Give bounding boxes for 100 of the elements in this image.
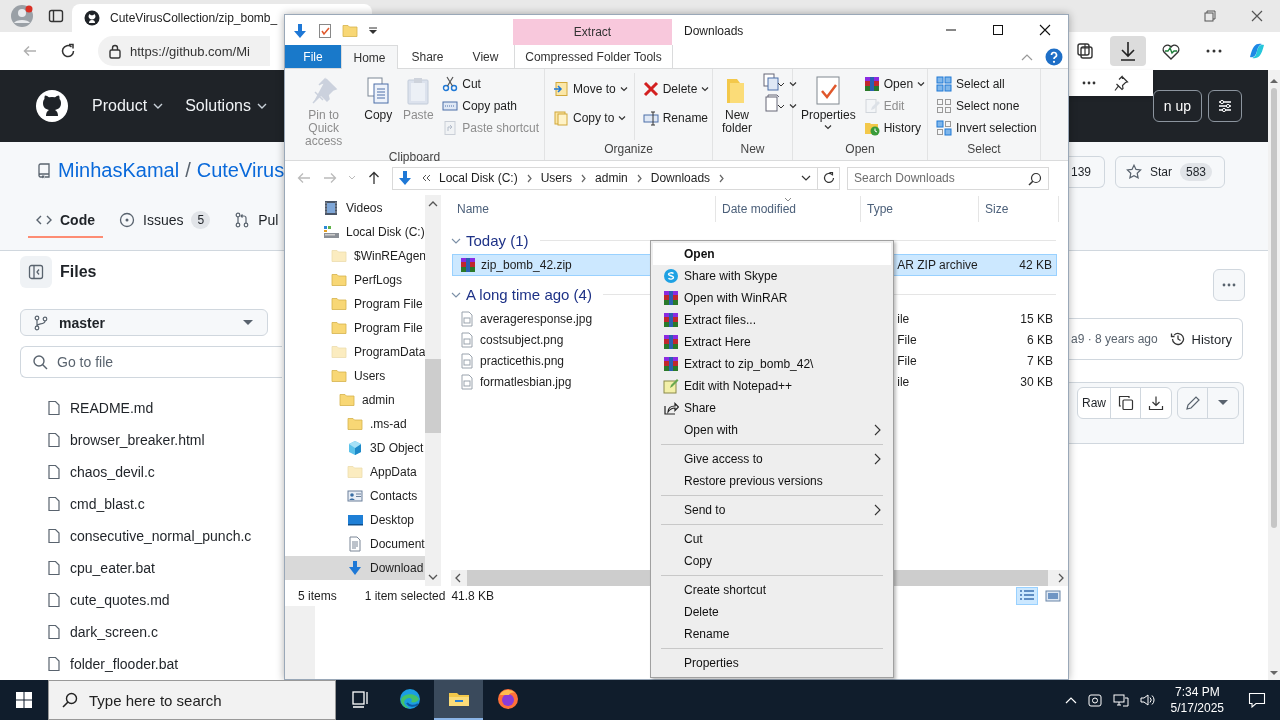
nav-tree-item[interactable]: .ms-ad bbox=[285, 412, 425, 436]
network-icon[interactable] bbox=[1112, 692, 1129, 708]
repo-owner-link[interactable]: MinhasKamal bbox=[58, 159, 180, 182]
file-list-item[interactable]: folder_flooder.bat bbox=[20, 648, 284, 680]
refresh-icon[interactable] bbox=[60, 43, 76, 59]
file-list-item[interactable]: dark_screen.c bbox=[20, 616, 284, 648]
camera-icon[interactable] bbox=[1086, 692, 1103, 708]
chevron-up-icon[interactable] bbox=[1064, 696, 1077, 704]
repo-name-link[interactable]: CuteVirus bbox=[196, 159, 285, 182]
chevron-right-icon[interactable] bbox=[580, 173, 588, 183]
scroll-thumb[interactable] bbox=[1271, 88, 1277, 528]
caret-icon[interactable] bbox=[368, 26, 378, 36]
ribbon-button[interactable]: New folder bbox=[719, 73, 755, 135]
ribbon-button[interactable]: Move to bbox=[551, 78, 630, 100]
file-list-item[interactable]: browser_breaker.html bbox=[20, 424, 284, 456]
menu-item[interactable]: Extract Here bbox=[653, 331, 891, 353]
nav-tree-item[interactable]: Download bbox=[285, 556, 425, 580]
restore-icon[interactable] bbox=[1204, 10, 1216, 22]
column-header[interactable]: Name bbox=[451, 196, 716, 222]
nav-tree-item[interactable]: Local Disk (C:) bbox=[285, 220, 425, 244]
scroll-right-icon[interactable] bbox=[1058, 573, 1064, 583]
logo-icon[interactable] bbox=[36, 90, 68, 122]
menu-item[interactable]: Create shortcut bbox=[653, 579, 891, 601]
nav-tree-item[interactable]: Users bbox=[285, 364, 425, 388]
repo-tab[interactable]: Pul bbox=[226, 203, 287, 238]
file-list-item[interactable]: README.md bbox=[20, 392, 284, 424]
breadcrumb[interactable]: Users bbox=[540, 171, 573, 185]
menu-item[interactable]: Delete bbox=[653, 601, 891, 623]
scroll-up-icon[interactable] bbox=[428, 201, 438, 207]
browser-icon[interactable] bbox=[397, 687, 422, 711]
large-icons-view-icon[interactable] bbox=[1044, 588, 1062, 604]
menu-item[interactable]: Send to bbox=[653, 499, 891, 521]
clock[interactable]: 7:34 PM 5/17/2025 bbox=[1170, 684, 1224, 716]
pin-icon[interactable] bbox=[1113, 75, 1129, 91]
speaker-icon[interactable] bbox=[1138, 692, 1155, 708]
repo-tab[interactable]: Code bbox=[28, 203, 103, 238]
menu-item[interactable]: Give access to bbox=[653, 448, 891, 470]
ribbon-button[interactable]: Properties bbox=[799, 73, 858, 130]
ribbon-tab[interactable]: View bbox=[457, 45, 514, 68]
nav-pane-scrollbar[interactable] bbox=[425, 195, 441, 586]
address-bar[interactable]: Local Disk (C:) Users admin Downloads bbox=[392, 166, 818, 190]
scroll-up-icon[interactable] bbox=[1270, 78, 1278, 84]
nav-menu[interactable]: Solutions bbox=[185, 97, 267, 115]
ribbon-button[interactable]: Select none bbox=[934, 95, 1039, 117]
taskbar-search-field[interactable]: Type here to search bbox=[48, 680, 336, 720]
menu-item[interactable]: Share bbox=[653, 397, 891, 419]
filter-button[interactable] bbox=[1208, 90, 1242, 122]
notifications-icon[interactable] bbox=[1248, 692, 1266, 708]
nav-tree-item[interactable]: 3D Object bbox=[285, 436, 425, 460]
file-list-item[interactable]: chaos_devil.c bbox=[20, 456, 284, 488]
tab-actions-icon[interactable] bbox=[48, 8, 64, 24]
nav-tree-item[interactable]: Desktop bbox=[285, 508, 425, 532]
nav-menu[interactable]: Product bbox=[92, 97, 164, 115]
close-icon[interactable] bbox=[1251, 10, 1263, 22]
breadcrumb[interactable]: Local Disk (C:) bbox=[439, 171, 518, 185]
file-list-item[interactable]: cmd_blast.c bbox=[20, 488, 284, 520]
nav-tree-item[interactable]: Program File bbox=[285, 292, 425, 316]
nav-tree-item[interactable]: $WinREAgen bbox=[285, 244, 425, 268]
group-header[interactable]: Today (1) bbox=[466, 232, 529, 249]
up-icon[interactable] bbox=[366, 170, 382, 186]
ribbon-tab[interactable]: File bbox=[285, 45, 341, 68]
ribbon-button[interactable]: Delete bbox=[640, 78, 712, 100]
collapse-ribbon-icon[interactable] bbox=[1021, 53, 1033, 61]
history-dropdown-icon[interactable] bbox=[801, 174, 811, 182]
chevron-right-icon[interactable] bbox=[525, 173, 533, 183]
group-header[interactable]: A long time ago (4) bbox=[466, 286, 592, 303]
menu-item[interactable]: Restore previous versions bbox=[653, 470, 891, 492]
nav-tree-item[interactable]: admin bbox=[285, 388, 425, 412]
ribbon-button[interactable]: Rename bbox=[640, 107, 712, 129]
menu-item[interactable]: Cut bbox=[653, 528, 891, 550]
menu-item[interactable]: Rename bbox=[653, 623, 891, 645]
nav-tree-item[interactable]: ProgramData bbox=[285, 340, 425, 364]
menu-item[interactable]: Extract to zip_bomb_42\ bbox=[653, 353, 891, 375]
scroll-down-icon[interactable] bbox=[428, 574, 438, 580]
scroll-left-icon[interactable] bbox=[455, 573, 461, 583]
repo-tab[interactable]: Issues 5 bbox=[111, 203, 219, 238]
breadcrumb[interactable]: Downloads bbox=[650, 171, 711, 185]
file-list-item[interactable]: cute_quotes.md bbox=[20, 584, 284, 616]
refresh-button[interactable] bbox=[818, 166, 840, 190]
help-icon[interactable] bbox=[1045, 48, 1063, 66]
address-field[interactable]: https://github.com/Mi bbox=[98, 36, 270, 66]
properties-icon[interactable] bbox=[318, 23, 332, 39]
maximize-icon[interactable] bbox=[991, 24, 1004, 36]
collapse-panel-button[interactable] bbox=[20, 256, 52, 288]
history-button[interactable]: History bbox=[1169, 331, 1232, 347]
globe-icon[interactable] bbox=[495, 687, 520, 711]
ribbon-button[interactable]: History bbox=[861, 117, 928, 139]
ribbon-tab[interactable]: Home bbox=[341, 45, 398, 69]
ribbon-tab[interactable]: Share bbox=[398, 45, 457, 68]
go-to-file-field[interactable]: Go to file bbox=[20, 346, 282, 378]
chevron-right-icon[interactable] bbox=[718, 173, 726, 183]
file-list-item[interactable]: cpu_eater.bat bbox=[20, 552, 284, 584]
ribbon-button[interactable]: Copy path bbox=[440, 95, 541, 117]
menu-item[interactable]: Extract files... bbox=[653, 309, 891, 331]
scroll-down-icon[interactable] bbox=[1270, 670, 1278, 676]
ribbon-button[interactable]: Open bbox=[861, 73, 928, 95]
nav-tree-item[interactable]: Videos bbox=[285, 196, 425, 220]
download-arrow-icon[interactable] bbox=[292, 23, 308, 39]
search-field[interactable]: Search Downloads bbox=[847, 166, 1049, 190]
scrollbar[interactable] bbox=[1268, 70, 1280, 680]
